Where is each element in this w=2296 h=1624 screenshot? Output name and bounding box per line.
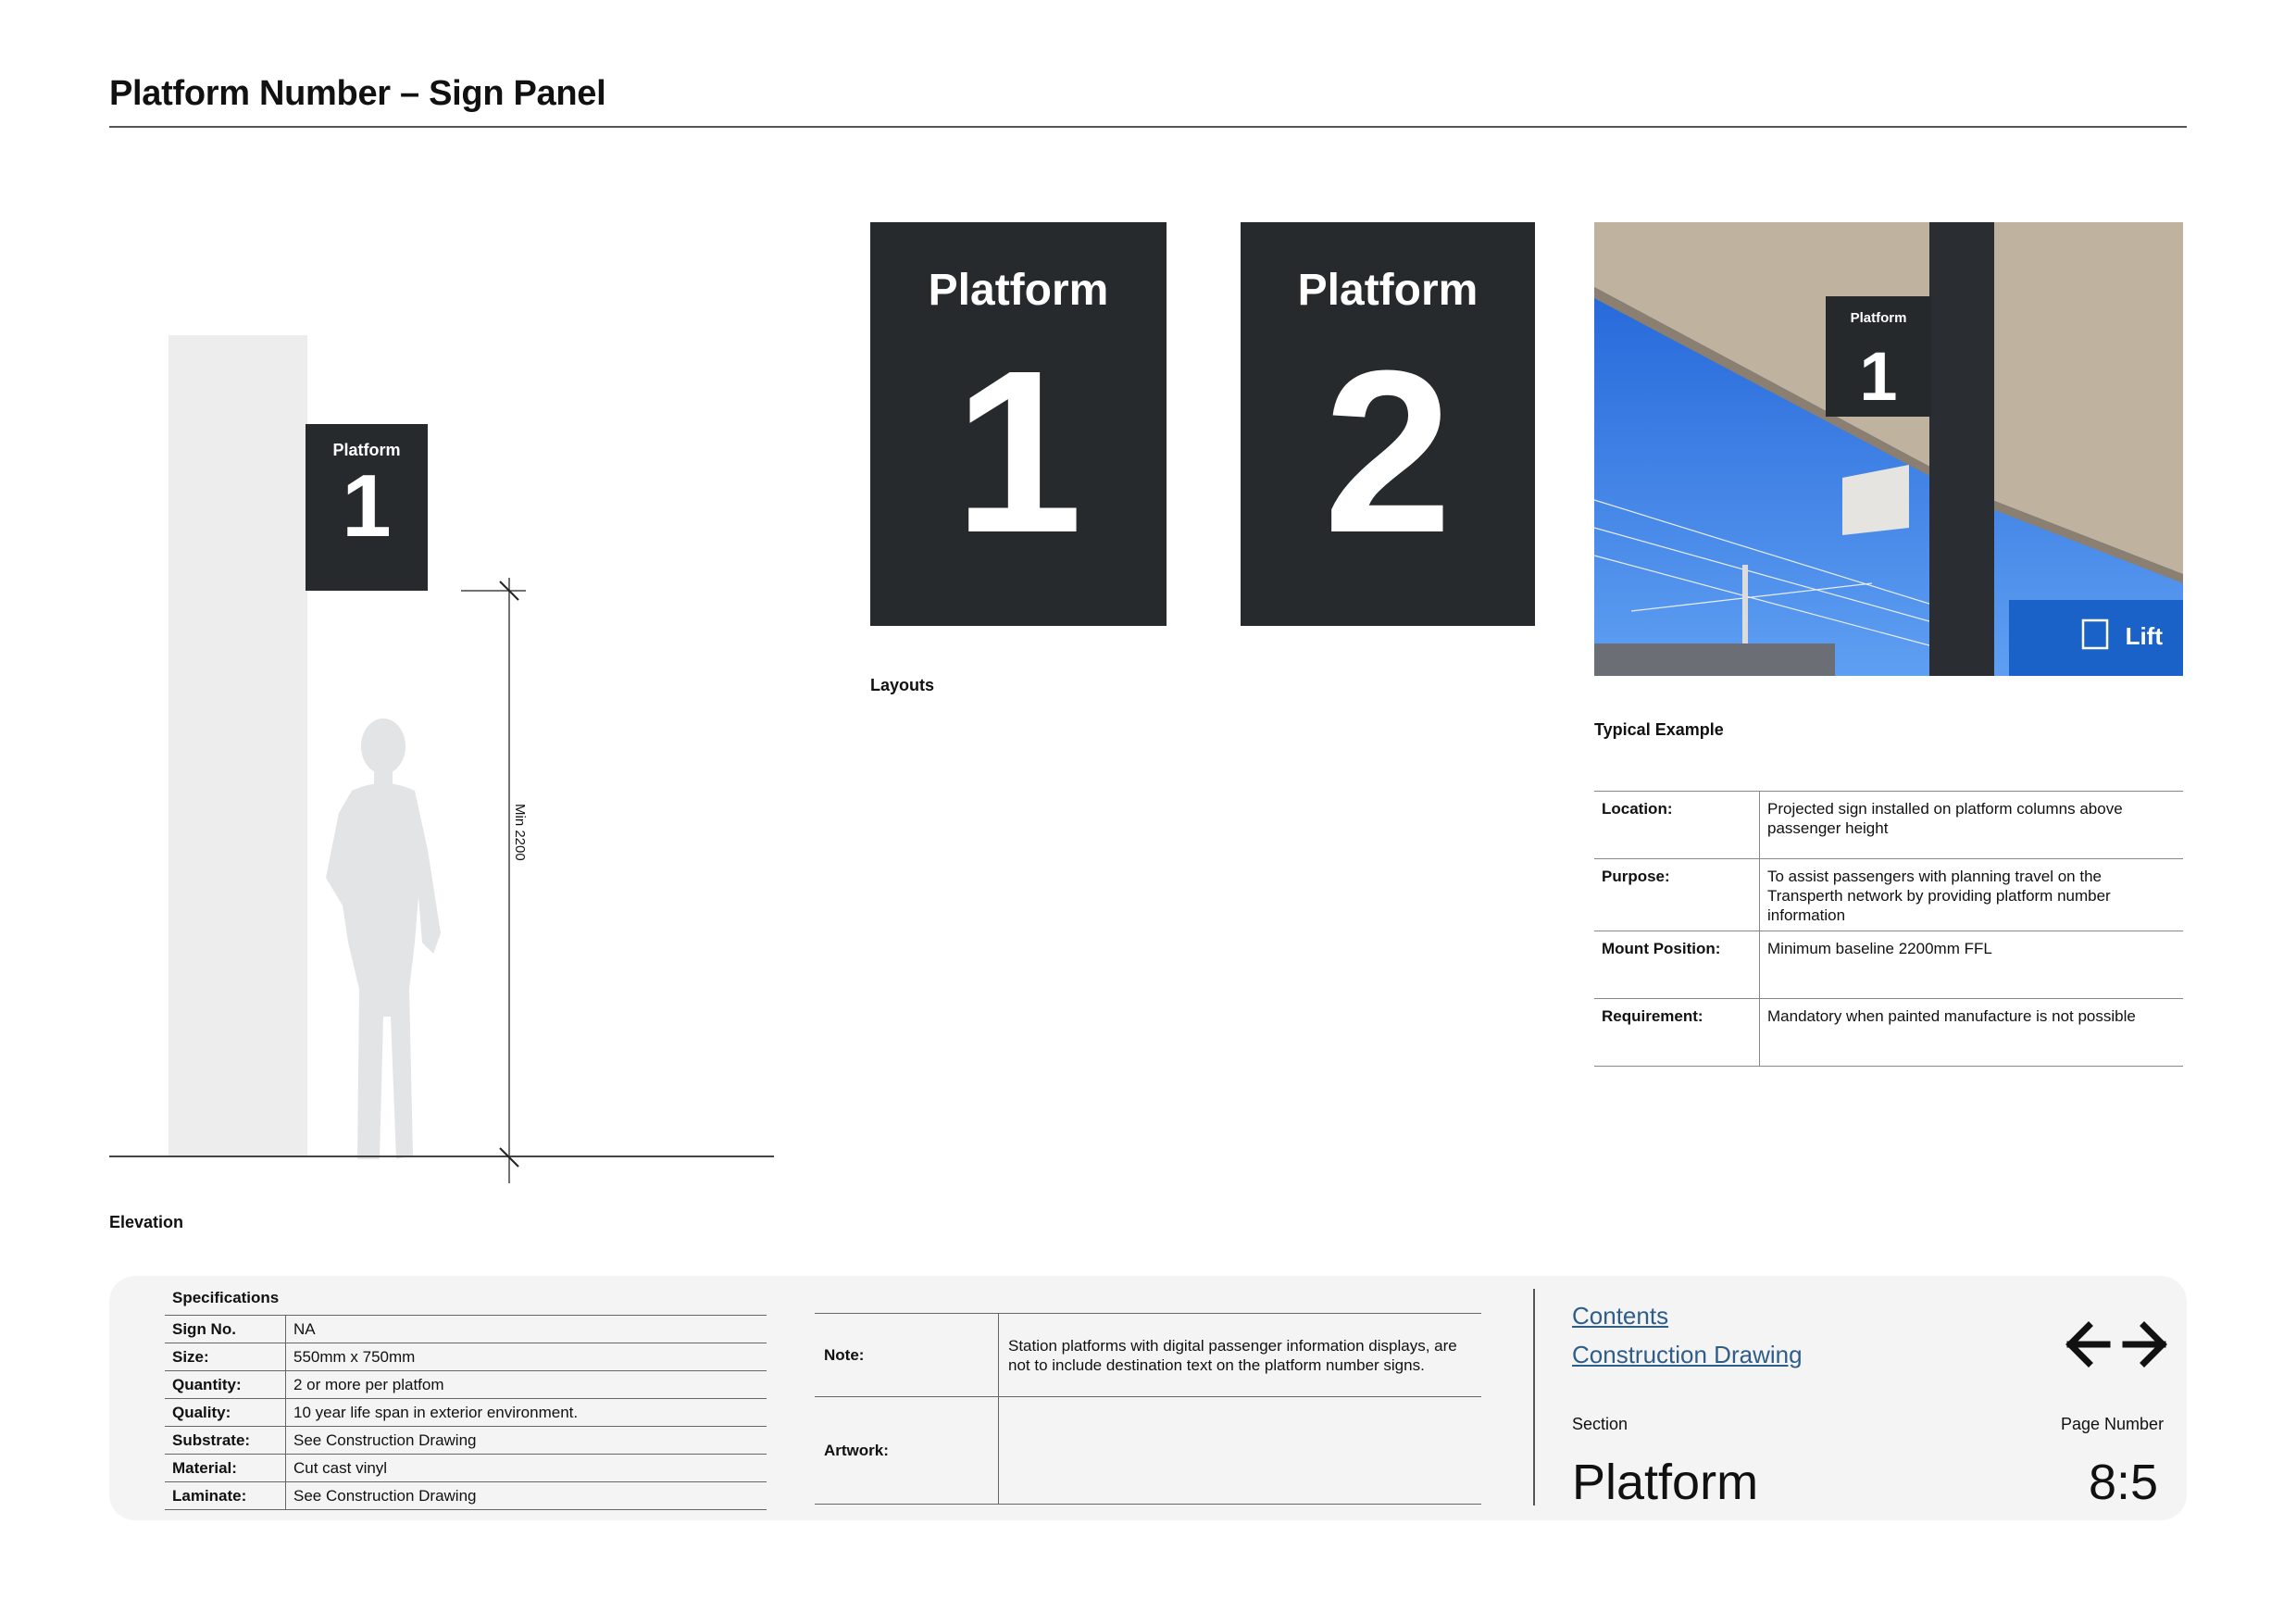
section-value: Platform [1572, 1455, 1759, 1510]
info-value: Minimum baseline 2200mm FFL [1759, 931, 2183, 999]
page-number-label: Page Number [2061, 1415, 2165, 1433]
layout-sign-platform-2: Platform 2 [1241, 222, 1535, 626]
dimension-label: Min 2200 [512, 804, 528, 861]
note-value: Station platforms with digital passenger… [998, 1313, 1481, 1397]
info-row-purpose: Purpose: To assist passengers with plann… [1594, 858, 2183, 931]
photo-sign-number: 1 [1859, 338, 1897, 415]
page-number-value: 8:5 [2089, 1455, 2159, 1510]
spec-row: Size: 550mm x 750mm [165, 1343, 767, 1371]
specifications-table: Sign No. NA Size: 550mm x 750mm Quantity: 2… [165, 1315, 767, 1510]
spec-row: Quantity: 2 or more per platfom [165, 1370, 767, 1399]
spec-row: Laminate: See Construction Drawing [165, 1481, 767, 1510]
contents-link[interactable]: Contents [1572, 1302, 1668, 1330]
specifications-title: Specifications [172, 1289, 280, 1306]
dimension-line [461, 578, 526, 1183]
layout-sign-label: Platform [1297, 266, 1479, 315]
spec-value: NA [285, 1315, 767, 1343]
arrow-left-icon[interactable] [2061, 1318, 2113, 1370]
header-divider [109, 126, 2187, 128]
spec-value: See Construction Drawing [285, 1426, 767, 1455]
layout-sign-platform-1: Platform 1 [870, 222, 1167, 626]
sign-info-table: Location: Projected sign installed on pl… [1594, 791, 2183, 1067]
spec-value: 550mm x 750mm [285, 1343, 767, 1371]
spec-key: Substrate: [165, 1426, 286, 1455]
layout-sign-number: 2 [1323, 322, 1453, 581]
typical-example-photo: Platform 1 Lift [1594, 222, 2183, 676]
spec-value: Cut cast vinyl [285, 1454, 767, 1482]
spec-row: Sign No. NA [165, 1315, 767, 1343]
info-value: To assist passengers with planning trave… [1759, 858, 2183, 931]
artwork-key: Artwork: [815, 1396, 999, 1505]
info-key: Mount Position: [1594, 931, 1760, 999]
info-key: Location: [1594, 791, 1760, 859]
page-title: Platform Number – Sign Panel [109, 74, 606, 113]
layouts-caption: Layouts [870, 676, 935, 694]
person-silhouette-icon [326, 718, 441, 1159]
construction-drawing-link[interactable]: Construction Drawing [1572, 1341, 1803, 1369]
info-key: Requirement: [1594, 998, 1760, 1067]
spec-key: Size: [165, 1343, 286, 1371]
info-row-requirement: Requirement: Mandatory when painted manu… [1594, 998, 2183, 1067]
platform-column [168, 335, 307, 1157]
spec-row: Material: Cut cast vinyl [165, 1454, 767, 1482]
layout-sign-label: Platform [928, 266, 1109, 315]
section-label: Section [1572, 1415, 1628, 1433]
note-row: Note: Station platforms with digital pas… [815, 1313, 1481, 1397]
spec-key: Sign No. [165, 1315, 286, 1343]
spec-key: Quantity: [165, 1370, 286, 1399]
info-value: Projected sign installed on platform col… [1759, 791, 2183, 859]
info-row-location: Location: Projected sign installed on pl… [1594, 791, 2183, 859]
photo-lift-label: Lift [2126, 622, 2164, 650]
photo-sign-label: Platform [1851, 310, 1907, 326]
typical-example-caption: Typical Example [1594, 720, 1724, 739]
spec-value: 10 year life span in exterior environmen… [285, 1398, 767, 1427]
layout-sign-number: 1 [954, 322, 1083, 581]
spec-row: Substrate: See Construction Drawing [165, 1426, 767, 1455]
info-value: Mandatory when painted manufacture is no… [1759, 998, 2183, 1067]
artwork-row: Artwork: [815, 1396, 1481, 1505]
info-row-mount-position: Mount Position: Minimum baseline 2200mm … [1594, 931, 2183, 999]
arrow-right-icon[interactable] [2120, 1318, 2172, 1370]
elevation-sign-number: 1 [342, 456, 392, 556]
spec-row: Quality: 10 year life span in exterior en… [165, 1398, 767, 1427]
spec-key: Material: [165, 1454, 286, 1482]
spec-key: Quality: [165, 1398, 286, 1427]
notes-table: Note: Station platforms with digital pas… [815, 1313, 1481, 1505]
info-key: Purpose: [1594, 858, 1760, 931]
elevation-caption: Elevation [109, 1213, 184, 1231]
ground-line [109, 1156, 774, 1157]
elevation-sign: Platform 1 [306, 424, 428, 591]
footer-divider [1533, 1289, 1535, 1505]
note-key: Note: [815, 1313, 999, 1397]
spec-value: See Construction Drawing [285, 1481, 767, 1510]
spec-key: Laminate: [165, 1481, 286, 1510]
artwork-value [998, 1396, 1481, 1505]
spec-value: 2 or more per platfom [285, 1370, 767, 1399]
